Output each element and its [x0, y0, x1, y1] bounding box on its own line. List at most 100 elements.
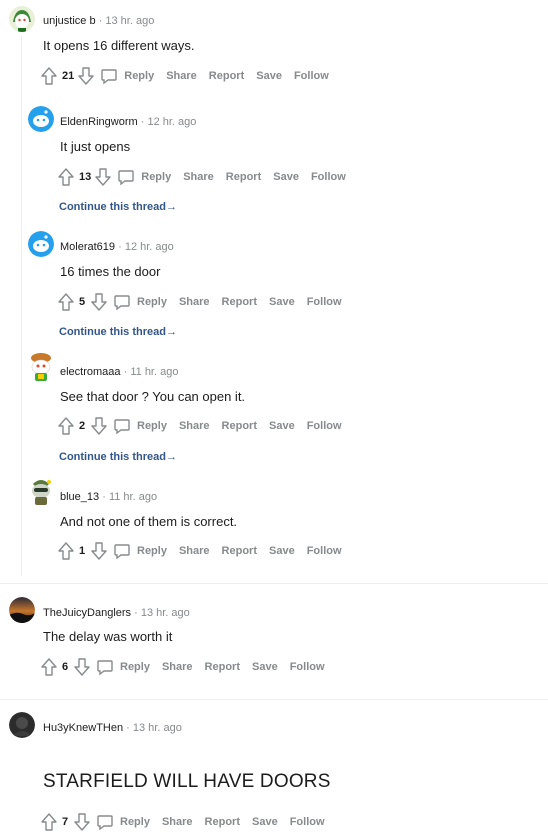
username[interactable]: blue_13: [60, 491, 99, 503]
save-button[interactable]: Save: [273, 171, 299, 183]
downvote-icon[interactable]: [74, 658, 90, 676]
reply-icon[interactable]: [113, 293, 131, 311]
follow-button[interactable]: Follow: [307, 296, 342, 308]
report-button[interactable]: Report: [222, 420, 257, 432]
report-button[interactable]: Report: [222, 545, 257, 557]
timestamp[interactable]: 13 hr. ago: [133, 722, 182, 734]
continue-thread-label: Continue this thread: [59, 201, 166, 213]
avatar[interactable]: [9, 712, 35, 738]
downvote-icon[interactable]: [78, 67, 94, 85]
continue-thread-link[interactable]: Continue this thread→: [59, 201, 177, 213]
action-bar: 2 Reply Share Report Save Follow: [58, 416, 354, 436]
comment-meta: unjustice b · 13 hr. ago: [43, 15, 154, 27]
follow-button[interactable]: Follow: [290, 816, 325, 828]
comment-body: It opens 16 different ways.: [43, 38, 195, 53]
comment-body: 16 times the door: [60, 264, 161, 279]
reply-button[interactable]: Reply: [137, 420, 167, 432]
action-bar: 13 Reply Share Report Save Follow: [58, 167, 358, 187]
follow-button[interactable]: Follow: [290, 661, 325, 673]
downvote-icon[interactable]: [74, 813, 90, 831]
save-button[interactable]: Save: [252, 661, 278, 673]
follow-button[interactable]: Follow: [311, 171, 346, 183]
reply-icon[interactable]: [113, 542, 131, 560]
report-button[interactable]: Report: [226, 171, 261, 183]
share-button[interactable]: Share: [179, 420, 210, 432]
timestamp[interactable]: 13 hr. ago: [105, 15, 154, 27]
username[interactable]: TheJuicyDanglers: [43, 607, 131, 619]
arrow-right-icon: →: [165, 201, 177, 213]
separator: ·: [123, 366, 128, 378]
report-button[interactable]: Report: [205, 661, 240, 673]
continue-thread-link[interactable]: Continue this thread→: [59, 451, 177, 463]
arrow-right-icon: →: [165, 451, 177, 463]
upvote-icon[interactable]: [58, 293, 74, 311]
save-button[interactable]: Save: [269, 296, 295, 308]
follow-button[interactable]: Follow: [307, 420, 342, 432]
share-button[interactable]: Share: [162, 661, 193, 673]
follow-button[interactable]: Follow: [294, 70, 329, 82]
avatar[interactable]: [28, 231, 54, 257]
vote-count: 7: [62, 816, 69, 828]
username[interactable]: Hu3yKnewTHen: [43, 722, 123, 734]
downvote-icon[interactable]: [91, 293, 107, 311]
reply-button[interactable]: Reply: [120, 816, 150, 828]
save-button[interactable]: Save: [269, 420, 295, 432]
reply-button[interactable]: Reply: [137, 545, 167, 557]
arrow-right-icon: →: [165, 326, 177, 338]
follow-button[interactable]: Follow: [307, 545, 342, 557]
share-button[interactable]: Share: [183, 171, 214, 183]
reply-icon[interactable]: [117, 168, 135, 186]
upvote-icon[interactable]: [41, 658, 57, 676]
timestamp[interactable]: 12 hr. ago: [125, 241, 174, 253]
reply-icon[interactable]: [100, 67, 118, 85]
report-button[interactable]: Report: [209, 70, 244, 82]
reply-icon[interactable]: [96, 658, 114, 676]
reply-icon[interactable]: [96, 813, 114, 831]
comment-meta: TheJuicyDanglers · 13 hr. ago: [43, 607, 190, 619]
vote-count: 6: [62, 661, 69, 673]
reply-button[interactable]: Reply: [124, 70, 154, 82]
downvote-icon[interactable]: [91, 542, 107, 560]
downvote-icon[interactable]: [95, 168, 111, 186]
share-button[interactable]: Share: [179, 545, 210, 557]
save-button[interactable]: Save: [269, 545, 295, 557]
upvote-icon[interactable]: [41, 67, 57, 85]
avatar[interactable]: [9, 597, 35, 623]
share-button[interactable]: Share: [166, 70, 197, 82]
timestamp[interactable]: 12 hr. ago: [147, 116, 196, 128]
timestamp[interactable]: 11 hr. ago: [109, 491, 157, 503]
share-button[interactable]: Share: [179, 296, 210, 308]
reply-button[interactable]: Reply: [120, 661, 150, 673]
report-button[interactable]: Report: [222, 296, 257, 308]
upvote-icon[interactable]: [58, 542, 74, 560]
upvote-icon[interactable]: [58, 417, 74, 435]
upvote-icon[interactable]: [41, 813, 57, 831]
username[interactable]: Molerat619: [60, 241, 115, 253]
timestamp[interactable]: 13 hr. ago: [141, 607, 190, 619]
reply-button[interactable]: Reply: [137, 296, 167, 308]
thread-line[interactable]: [21, 36, 22, 576]
avatar[interactable]: [9, 6, 35, 32]
downvote-icon[interactable]: [91, 417, 107, 435]
action-bar: 21 Reply Share Report Save Follow: [41, 66, 341, 86]
avatar[interactable]: [28, 476, 54, 505]
comment-body: The delay was worth it: [43, 629, 173, 644]
share-button[interactable]: Share: [162, 816, 193, 828]
comment-meta: electromaaa · 11 hr. ago: [60, 366, 178, 378]
reply-button[interactable]: Reply: [141, 171, 171, 183]
upvote-icon[interactable]: [58, 168, 74, 186]
timestamp[interactable]: 11 hr. ago: [130, 366, 178, 378]
username[interactable]: EldenRingworm: [60, 116, 138, 128]
report-button[interactable]: Report: [205, 816, 240, 828]
continue-thread-link[interactable]: Continue this thread→: [59, 326, 177, 338]
avatar[interactable]: [28, 352, 54, 381]
comment-body: See that door ? You can open it.: [60, 389, 246, 404]
save-button[interactable]: Save: [252, 816, 278, 828]
reply-icon[interactable]: [113, 417, 131, 435]
vote-count: 1: [79, 545, 86, 557]
save-button[interactable]: Save: [256, 70, 282, 82]
avatar[interactable]: [28, 106, 54, 132]
username[interactable]: electromaaa: [60, 366, 121, 378]
separator: ·: [118, 241, 122, 253]
username[interactable]: unjustice b: [43, 15, 96, 27]
